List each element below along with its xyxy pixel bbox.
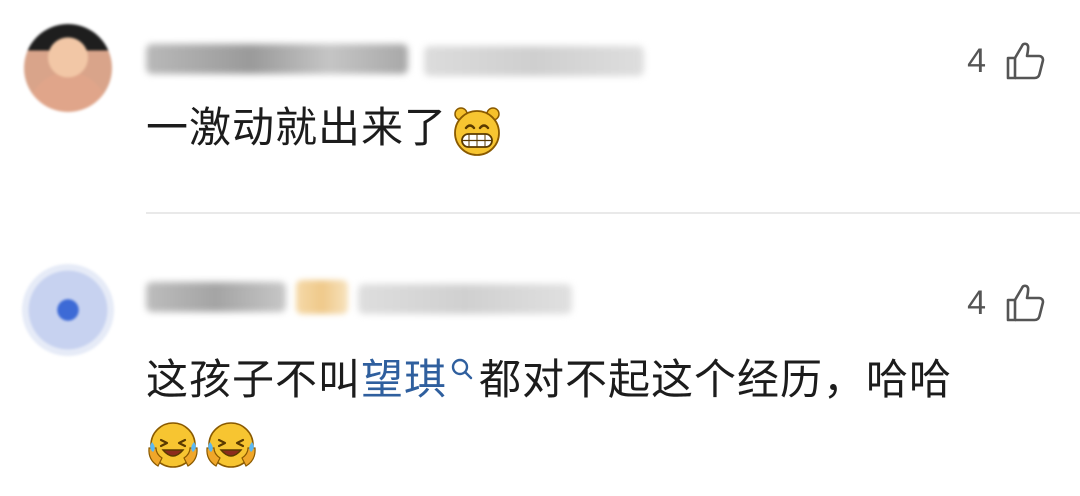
topic-link[interactable]: 望琪 [361,355,479,404]
like-button[interactable]: 4 [967,282,1046,324]
username-blurred[interactable] [146,282,286,312]
comment-text-content: 一激动就出来了 [146,103,448,152]
crying-laughing-face-icon [206,422,256,468]
comment-meta-blurred [358,284,572,314]
like-count: 4 [967,41,986,80]
comment-text: 这孩子不叫望琪 都对不起这个经历，哈哈 [146,352,952,408]
like-button[interactable]: 4 [967,40,1046,82]
crying-laughing-face-icon [148,422,198,468]
comment-text-after: 都对不起这个经历，哈哈 [479,355,953,404]
comment-item: 4 一激动就出来了 [0,0,1080,214]
emoji-row [146,418,258,472]
grinning-face-icon [454,106,500,156]
thumbs-up-icon [1006,284,1045,322]
comment-item: 4 这孩子不叫望琪 都对不起这个经历，哈哈 [0,214,1080,496]
user-badge-blurred [296,280,348,314]
comment-text: 一激动就出来了 [146,100,503,157]
like-count: 4 [967,283,986,322]
comment-meta-blurred [424,46,644,76]
search-icon [451,358,473,380]
thumbs-up-icon [1006,42,1045,80]
username-blurred[interactable] [146,44,408,74]
avatar[interactable] [24,24,112,112]
topic-link-label[interactable]: 望琪 [361,355,447,404]
avatar[interactable] [22,264,114,356]
comment-text-before: 这孩子不叫 [146,355,362,404]
